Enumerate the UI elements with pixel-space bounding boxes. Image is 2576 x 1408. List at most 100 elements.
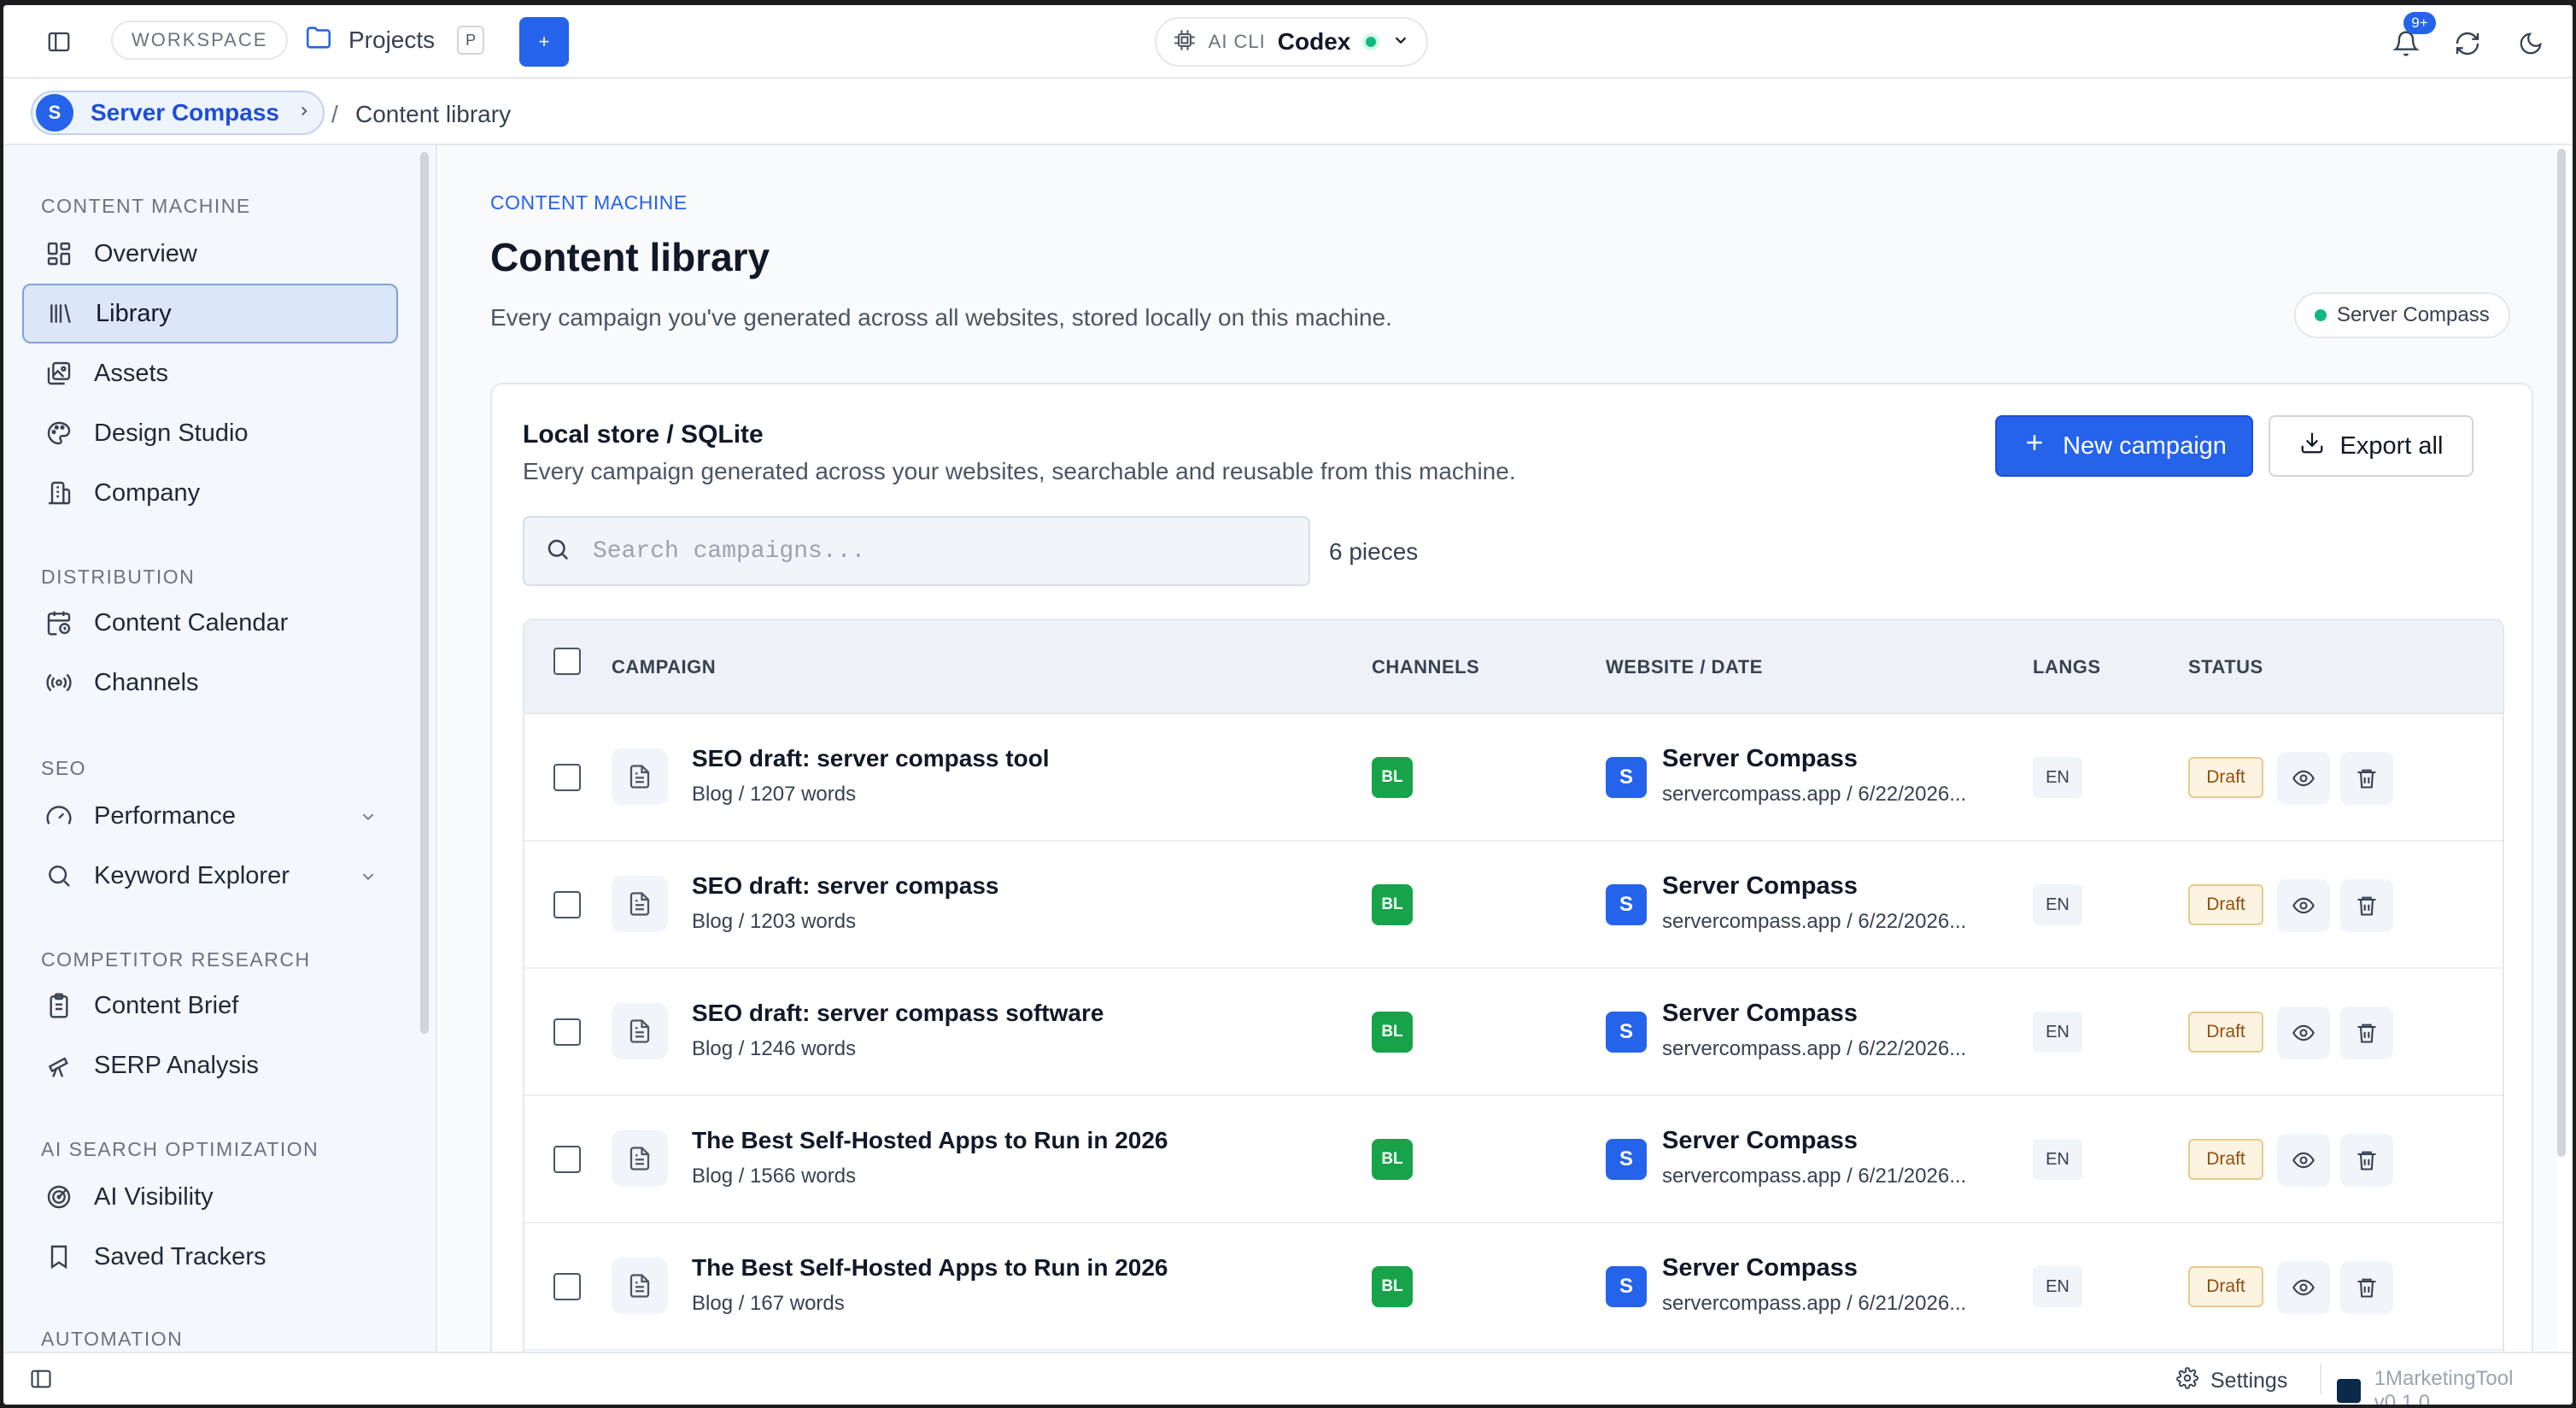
- sidebar-item-label: Content Calendar: [94, 608, 289, 637]
- sidebar-item-company[interactable]: Company: [22, 463, 398, 523]
- export-all-button[interactable]: Export all: [2269, 415, 2474, 477]
- sidebar-item-keyword-explorer[interactable]: Keyword Explorer: [22, 846, 398, 906]
- website-name: Server Compass: [1662, 745, 1858, 772]
- row-checkbox[interactable]: [553, 1018, 581, 1046]
- document-icon: [612, 876, 668, 932]
- projects-shortcut-key: P: [457, 26, 485, 55]
- chevron-down-icon[interactable]: [359, 865, 378, 893]
- chevron-down-icon[interactable]: [359, 805, 378, 833]
- moon-icon[interactable]: [2509, 22, 2552, 65]
- campaign-meta: Blog / 1246 words: [692, 1037, 857, 1060]
- ai-cli-selector[interactable]: AI CLI Codex: [1155, 17, 1428, 67]
- eye-icon[interactable]: [2277, 1134, 2330, 1187]
- sidebar-item-ai-visibility[interactable]: AI Visibility: [22, 1167, 398, 1227]
- plus-icon: [2022, 430, 2047, 462]
- settings-button[interactable]: Settings: [2176, 1367, 2287, 1395]
- site-name: Server Compass: [2337, 303, 2490, 326]
- sidebar-item-overview[interactable]: Overview: [22, 224, 398, 284]
- table-row[interactable]: SEO draft: server compass Blog / 1203 wo…: [524, 842, 2503, 969]
- column-header-website-date[interactable]: WEBSITE / DATE: [1606, 656, 1763, 678]
- campaign-title[interactable]: SEO draft: server compass software: [692, 1000, 1104, 1027]
- gauge-icon: [44, 801, 73, 830]
- trash-icon[interactable]: [2340, 752, 2393, 805]
- website-date: servercompass.app / 6/21/2026...: [1662, 1165, 1967, 1188]
- sidebar-item-content-calendar[interactable]: Content Calendar: [22, 593, 398, 653]
- campaign-title[interactable]: SEO draft: server compass tool: [692, 745, 1050, 772]
- sidebar-scrollbar[interactable]: [420, 152, 429, 1034]
- row-checkbox[interactable]: [553, 1273, 581, 1300]
- folder-icon: [304, 23, 333, 58]
- sidebar-item-assets[interactable]: Assets: [22, 343, 398, 403]
- add-project-button[interactable]: +: [519, 17, 569, 67]
- search-input[interactable]: [593, 537, 1276, 565]
- gear-icon: [2176, 1367, 2198, 1395]
- workspace-button[interactable]: WORKSPACE: [111, 21, 289, 60]
- breadcrumb-current: Content library: [355, 101, 512, 127]
- row-checkbox[interactable]: [553, 891, 581, 918]
- column-header-channels[interactable]: CHANNELS: [1372, 656, 1479, 678]
- palette-icon: [44, 419, 73, 448]
- main-content: CONTENT MACHINE Content library Every ca…: [439, 145, 2557, 1352]
- sidebar-toggle-icon[interactable]: [38, 21, 80, 63]
- website-date: servercompass.app / 6/21/2026...: [1662, 1292, 1967, 1315]
- sidebar-item-serp-analysis[interactable]: SERP Analysis: [22, 1035, 398, 1095]
- new-campaign-label: New campaign: [2063, 431, 2227, 460]
- projects-button[interactable]: Projects P: [304, 21, 485, 60]
- column-header-status[interactable]: STATUS: [2188, 656, 2263, 678]
- calendar-clock-icon: [44, 608, 73, 637]
- eye-icon[interactable]: [2277, 752, 2330, 805]
- sidebar-item-saved-trackers[interactable]: Saved Trackers: [22, 1227, 398, 1287]
- panel-toggle-icon[interactable]: [29, 1367, 53, 1395]
- footer-divider: [2320, 1364, 2321, 1394]
- new-campaign-button[interactable]: New campaign: [1995, 415, 2253, 477]
- campaign-title[interactable]: The Best Self-Hosted Apps to Run in 2026: [692, 1254, 1168, 1282]
- eye-icon[interactable]: [2277, 1261, 2330, 1314]
- trash-icon[interactable]: [2340, 879, 2393, 932]
- card-subtitle: Every campaign generated across your web…: [523, 458, 1516, 484]
- library-icon: [46, 299, 75, 328]
- select-all-checkbox[interactable]: [553, 648, 581, 675]
- website-date: servercompass.app / 6/22/2026...: [1662, 783, 1967, 806]
- project-switcher[interactable]: S Server Compass: [31, 91, 325, 135]
- eye-icon[interactable]: [2277, 1006, 2330, 1059]
- column-header-langs[interactable]: LANGS: [2033, 656, 2101, 678]
- sidebar-item-label: Content Brief: [94, 991, 239, 1019]
- projects-label: Projects: [348, 26, 436, 53]
- trash-icon[interactable]: [2340, 1261, 2393, 1314]
- row-checkbox[interactable]: [553, 1146, 581, 1173]
- campaign-title[interactable]: SEO draft: server compass: [692, 872, 999, 900]
- breadcrumb-separator: /: [331, 101, 338, 127]
- sidebar-item-channels[interactable]: Channels: [22, 653, 398, 713]
- site-status-badge: Server Compass: [2294, 292, 2510, 338]
- search-icon: [44, 861, 73, 890]
- language-badge: EN: [2033, 884, 2082, 925]
- channel-badge: BL: [1372, 1266, 1413, 1307]
- campaign-meta: Blog / 167 words: [692, 1292, 845, 1315]
- campaign-title[interactable]: The Best Self-Hosted Apps to Run in 2026: [692, 1127, 1168, 1154]
- avatar: S: [36, 94, 73, 132]
- grid-icon: [44, 239, 73, 268]
- sidebar-item-label: Design Studio: [94, 419, 249, 447]
- table-row[interactable]: The Best Self-Hosted Apps to Run in 2026…: [524, 1223, 2503, 1351]
- cpu-icon: [1173, 28, 1197, 56]
- bookmark-icon: [44, 1242, 73, 1271]
- sidebar-item-performance[interactable]: Performance: [22, 786, 398, 846]
- language-badge: EN: [2033, 1139, 2082, 1180]
- refresh-icon[interactable]: [2446, 22, 2489, 65]
- page-title: Content library: [490, 235, 770, 279]
- result-count: 6 pieces: [1329, 538, 1419, 565]
- sidebar-item-library[interactable]: Library: [22, 284, 398, 343]
- sidebar-item-content-brief[interactable]: Content Brief: [22, 976, 398, 1035]
- row-checkbox[interactable]: [553, 764, 581, 791]
- eye-icon[interactable]: [2277, 879, 2330, 932]
- status-badge: Draft: [2188, 1266, 2263, 1307]
- table-row[interactable]: The Best Self-Hosted Apps to Run in 2026…: [524, 1096, 2503, 1223]
- table-row[interactable]: SEO draft: server compass tool Blog / 12…: [524, 714, 2503, 842]
- status-badge: Draft: [2188, 1012, 2263, 1053]
- trash-icon[interactable]: [2340, 1134, 2393, 1187]
- sidebar-item-design-studio[interactable]: Design Studio: [22, 403, 398, 463]
- column-header-campaign[interactable]: CAMPAIGN: [612, 656, 716, 678]
- table-row[interactable]: SEO draft: server compass software Blog …: [524, 969, 2503, 1096]
- main-scrollbar[interactable]: [2557, 149, 2566, 1157]
- trash-icon[interactable]: [2340, 1006, 2393, 1059]
